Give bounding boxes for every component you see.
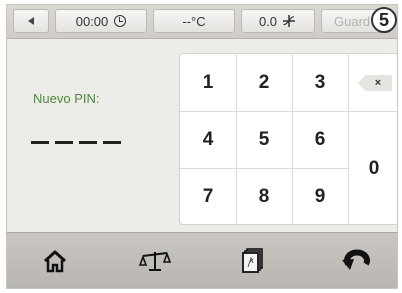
pin-entry-field xyxy=(31,141,121,144)
scale-button[interactable] xyxy=(135,243,175,279)
key-7[interactable]: 7 xyxy=(180,168,236,225)
step-badge: 5 xyxy=(371,7,397,33)
temperature-button[interactable]: --°C xyxy=(153,9,235,33)
home-button[interactable] xyxy=(35,243,75,279)
timer-value: 00:00 xyxy=(75,13,109,29)
delete-glyph: × xyxy=(374,77,382,89)
key-6[interactable]: 6 xyxy=(292,111,348,168)
home-icon xyxy=(43,250,67,273)
undo-icon xyxy=(342,249,370,270)
fan-speed-button[interactable]: 0.0 xyxy=(241,9,315,33)
fan-speed-value: 0.0 xyxy=(258,13,278,29)
temperature-value: --°C xyxy=(182,13,206,29)
backspace-icon[interactable]: × xyxy=(358,75,392,91)
key-3[interactable]: 3 xyxy=(292,54,348,111)
key-1[interactable]: 1 xyxy=(180,54,236,111)
undo-button[interactable] xyxy=(337,243,377,279)
pin-digit-placeholder xyxy=(31,141,49,144)
left-arrow-icon xyxy=(28,17,34,25)
key-8[interactable]: 8 xyxy=(236,168,292,225)
status-bar: 00:00 --°C 0.0 Guard 5 xyxy=(7,5,397,39)
key-5[interactable]: 5 xyxy=(236,111,292,168)
key-2[interactable]: 2 xyxy=(236,54,292,111)
scale-icon xyxy=(138,251,172,271)
key-9[interactable]: 9 xyxy=(292,168,348,225)
pin-digit-placeholder xyxy=(103,141,121,144)
save-label: Guard xyxy=(334,13,371,29)
clock-icon xyxy=(114,15,127,27)
pin-digit-placeholder xyxy=(55,141,73,144)
recipes-button[interactable] xyxy=(233,243,273,279)
back-button[interactable] xyxy=(13,9,49,33)
device-screen: 00:00 --°C 0.0 Guard 5 Nuevo PIN: 1 2 3 … xyxy=(6,4,398,289)
key-4[interactable]: 4 xyxy=(180,111,236,168)
new-pin-label: Nuevo PIN: xyxy=(33,91,100,106)
key-0[interactable]: 0 xyxy=(348,112,397,226)
pin-digit-placeholder xyxy=(79,141,97,144)
fan-icon xyxy=(283,15,296,27)
recipe-book-icon xyxy=(242,248,263,273)
numeric-keypad: 1 2 3 4 5 6 7 8 9 0 × xyxy=(179,53,397,226)
timer-button[interactable]: 00:00 xyxy=(55,9,147,33)
bottom-nav xyxy=(7,232,397,288)
